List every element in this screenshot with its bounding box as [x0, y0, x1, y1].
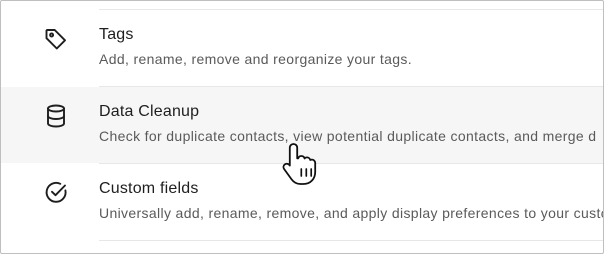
tag-icon [41, 24, 71, 54]
check-circle-icon [41, 177, 71, 207]
database-icon [41, 101, 71, 131]
settings-item-title: Tags [99, 26, 134, 43]
settings-item-tags[interactable]: Tags Add, rename, remove and reorganize … [1, 10, 603, 86]
settings-item-title: Data Cleanup [99, 103, 200, 120]
divider [99, 240, 603, 241]
settings-panel: Tags Add, rename, remove and reorganize … [0, 0, 604, 254]
settings-item-description: Check for duplicate contacts, view poten… [99, 128, 597, 144]
settings-item-title: Custom fields [99, 180, 199, 197]
settings-item-description: Add, rename, remove and reorganize your … [99, 51, 413, 67]
pointer-hand-icon [280, 141, 318, 187]
settings-item-description: Universally add, rename, remove, and app… [99, 205, 604, 221]
